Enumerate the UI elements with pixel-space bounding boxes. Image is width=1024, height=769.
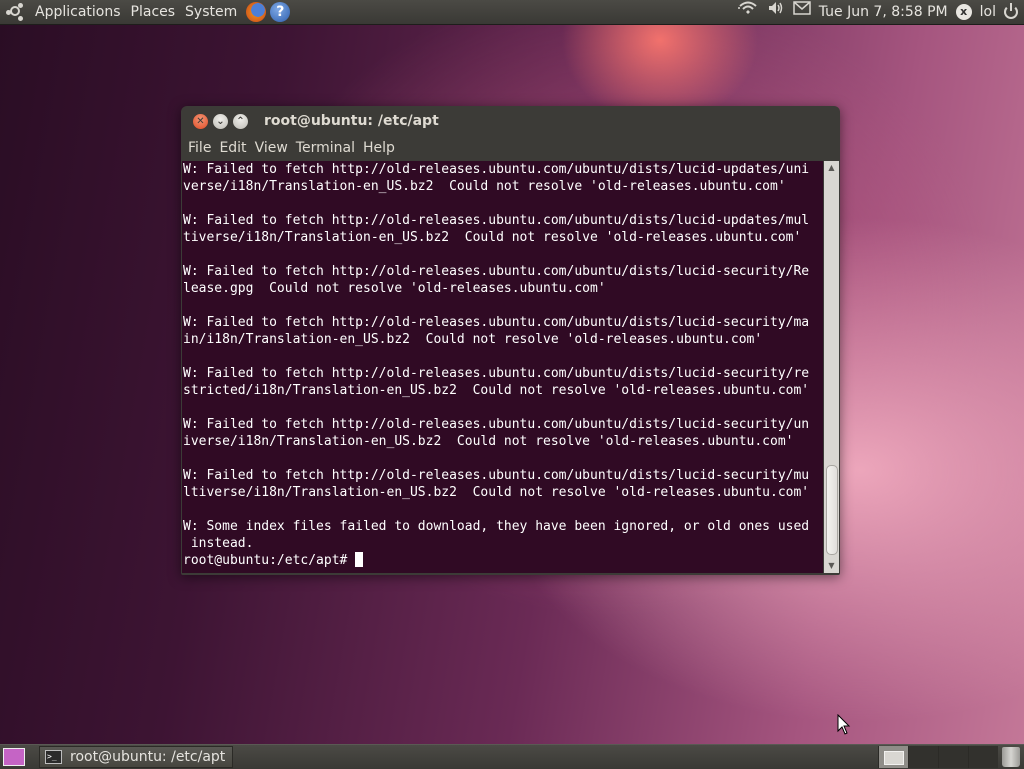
applications-menu[interactable]: Applications [30,0,126,24]
terminal-line: W: Failed to fetch http://old-releases.u… [183,468,810,483]
terminal-prompt-line[interactable]: root@ubuntu:/etc/apt# [183,552,823,569]
text-cursor [355,552,364,567]
terminal-line: instead. [183,536,254,551]
workspace-1[interactable] [878,746,908,768]
username[interactable]: lol [980,0,996,24]
terminal-line: lease.gpg Could not resolve 'old-release… [183,281,606,296]
window-titlebar[interactable]: ✕ ⌄ ⌃ root@ubuntu: /etc/apt [181,106,840,136]
menu-help[interactable]: Help [359,140,399,156]
help-icon[interactable]: ? [270,2,291,22]
terminal-icon: >_ [45,750,62,764]
scroll-up-icon[interactable]: ▲ [824,161,839,175]
terminal-line: in/i18n/Translation-en_US.bz2 Could not … [183,332,763,347]
scrollbar-thumb[interactable] [826,465,838,555]
workspace-2[interactable] [908,746,938,768]
terminal-scrollbar[interactable]: ▲ ▼ [824,161,839,573]
system-menu[interactable]: System [180,0,242,24]
bottom-panel: >_ root@ubuntu: /etc/apt [0,744,1024,769]
user-icon[interactable]: x [955,4,972,20]
volume-icon[interactable] [767,0,785,25]
terminal-line: W: Failed to fetch http://old-releases.u… [183,366,810,381]
mouse-pointer-icon [837,714,851,735]
terminal-line: W: Failed to fetch http://old-releases.u… [183,315,810,330]
workspace-4[interactable] [968,746,998,768]
close-icon[interactable]: ✕ [193,113,208,129]
maximize-icon[interactable]: ⌃ [233,113,248,129]
terminal-line: W: Some index files failed to download, … [183,519,810,534]
terminal-line: tiverse/i18n/Translation-en_US.bz2 Could… [183,230,802,245]
scroll-down-icon[interactable]: ▼ [824,559,839,573]
workspace-3[interactable] [938,746,968,768]
terminal-line: ltiverse/i18n/Translation-en_US.bz2 Coul… [183,485,810,500]
network-icon[interactable] [737,0,759,25]
menu-file[interactable]: File [184,140,215,156]
system-tray: Tue Jun 7, 8:58 PM x lol [737,0,1024,24]
menu-terminal[interactable]: Terminal [292,140,359,156]
firefox-icon[interactable] [246,2,267,22]
taskbar-terminal-button[interactable]: >_ root@ubuntu: /etc/apt [39,746,233,768]
taskbar-terminal-label: root@ubuntu: /etc/apt [70,749,226,765]
terminal-line: W: Failed to fetch http://old-releases.u… [183,213,810,228]
show-desktop-icon[interactable] [3,748,25,766]
terminal-output[interactable]: W: Failed to fetch http://old-releases.u… [182,161,823,573]
terminal-prompt: root@ubuntu:/etc/apt# [183,553,356,568]
menu-edit[interactable]: Edit [215,140,250,156]
window-title: root@ubuntu: /etc/apt [264,113,439,129]
menu-view[interactable]: View [251,140,292,156]
terminal-line: W: Failed to fetch http://old-releases.u… [183,417,810,432]
top-panel: Applications Places System ? Tue Jun 7, … [0,0,1024,25]
trash-icon[interactable] [1002,747,1020,767]
terminal-line: W: Failed to fetch http://old-releases.u… [183,264,810,279]
terminal-line: iverse/i18n/Translation-en_US.bz2 Could … [183,434,794,449]
minimize-icon[interactable]: ⌄ [213,113,228,129]
ubuntu-logo-icon[interactable] [6,2,26,22]
mail-icon[interactable] [792,0,811,24]
workspace-switcher[interactable] [878,746,998,768]
terminal-line: stricted/i18n/Translation-en_US.bz2 Coul… [183,383,810,398]
terminal-line: W: Failed to fetch http://old-releases.u… [183,162,810,177]
terminal-menubar: File Edit View Terminal Help [181,136,840,159]
power-icon[interactable] [1004,3,1018,19]
terminal-window[interactable]: ✕ ⌄ ⌃ root@ubuntu: /etc/apt File Edit Vi… [181,106,840,575]
clock[interactable]: Tue Jun 7, 8:58 PM [819,0,948,24]
places-menu[interactable]: Places [126,0,181,24]
terminal-line: verse/i18n/Translation-en_US.bz2 Could n… [183,179,786,194]
